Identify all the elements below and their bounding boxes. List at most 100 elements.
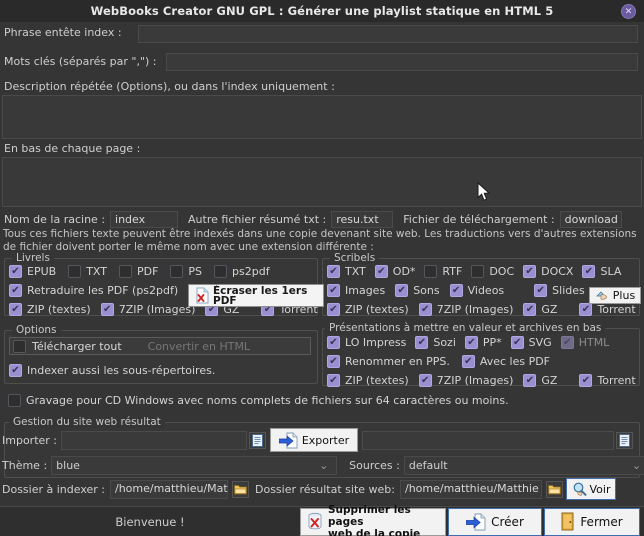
presentations-label-rename-pps: Renommer en PPS. bbox=[345, 355, 450, 368]
scribels-checkbox-od[interactable]: OD* bbox=[374, 265, 416, 278]
presentations-checkbox-zip[interactable]: ZIP (textes) bbox=[327, 374, 409, 387]
export-button[interactable]: Exporter bbox=[270, 428, 358, 452]
window-close-button[interactable]: ✕ bbox=[621, 4, 636, 19]
root-name-input[interactable]: index bbox=[110, 210, 179, 228]
theme-select[interactable]: blue ⌄ bbox=[51, 455, 338, 475]
result-folder-browse-button[interactable] bbox=[546, 480, 563, 498]
presentations-checkbox-with-pdf[interactable]: Avec les PDF bbox=[461, 355, 551, 368]
close-button-label: Fermer bbox=[580, 514, 623, 529]
magnifier-icon bbox=[572, 482, 588, 497]
download-all-checkbox[interactable] bbox=[13, 339, 26, 353]
keywords-input[interactable] bbox=[166, 53, 638, 71]
pdf-overwrite-popup[interactable]: Écraser les 1ers PDF bbox=[188, 284, 324, 307]
export-input[interactable] bbox=[362, 430, 614, 450]
scribels-checkbox-gz[interactable]: GZ bbox=[523, 303, 557, 316]
scribels-checkbox-txt[interactable]: TXT bbox=[327, 265, 366, 278]
description-textarea[interactable] bbox=[2, 95, 642, 139]
scribels-checkbox-sons[interactable]: Sons bbox=[395, 284, 440, 297]
download-all-label: Télécharger tout bbox=[32, 339, 122, 353]
checkbox-icon bbox=[68, 265, 82, 278]
resume-file-input[interactable]: resu.txt bbox=[331, 210, 394, 228]
presentations-checkbox-7zip[interactable]: 7ZIP (Images) bbox=[418, 374, 513, 387]
convert-html-label[interactable]: Convertir en HTML bbox=[148, 340, 250, 353]
checkbox-icon bbox=[170, 265, 184, 278]
livrels-label-zip: ZIP (textes) bbox=[27, 303, 91, 316]
checkbox-icon bbox=[9, 303, 22, 316]
presentations-checkbox-html: HTML bbox=[560, 336, 609, 349]
scribels-checkbox-slides[interactable]: Slides bbox=[534, 284, 585, 297]
checkbox-icon bbox=[418, 374, 432, 387]
close-icon: ✕ bbox=[624, 6, 633, 17]
theme-label: Thème : bbox=[2, 458, 48, 472]
checkbox-icon bbox=[560, 336, 574, 349]
livrels-checkbox-ps2pdf[interactable]: ps2pdf bbox=[214, 265, 270, 278]
scribels-checkbox-zip[interactable]: ZIP (textes) bbox=[327, 303, 409, 316]
presentations-label-pp: PP* bbox=[482, 336, 502, 349]
livrels-checkbox-txt[interactable]: TXT bbox=[68, 265, 107, 278]
presentations-row-3: ZIP (textes) 7ZIP (Images) GZ Torrent bbox=[327, 374, 636, 387]
scribels-checkbox-rtf[interactable]: RTF bbox=[424, 265, 462, 278]
livrels-checkbox-pdf[interactable]: PDF bbox=[118, 265, 158, 278]
description-row: Description répétée (Options), ou dans l… bbox=[4, 80, 335, 93]
scribels-label-od: OD* bbox=[392, 265, 416, 278]
checkbox-icon bbox=[374, 265, 388, 278]
livrels-checkbox-zip[interactable]: ZIP (textes) bbox=[9, 303, 91, 316]
livrels-checkbox-7zip[interactable]: 7ZIP (Images) bbox=[100, 303, 196, 316]
header-phrase-input[interactable] bbox=[138, 25, 638, 43]
presentations-checkbox-sozi[interactable]: Sozi bbox=[415, 336, 456, 349]
checkbox-icon bbox=[461, 355, 475, 368]
view-button[interactable]: Voir bbox=[566, 478, 616, 500]
create-button[interactable]: Créer bbox=[448, 507, 542, 536]
options-checkbox-index-subdirs[interactable]: Indexer aussi les sous-répertoires. bbox=[9, 364, 215, 377]
import-browse-button[interactable] bbox=[249, 431, 266, 449]
livrels-checkbox-retranslate-pdf[interactable]: Retraduire les PDF (ps2pdf) bbox=[9, 284, 178, 297]
presentations-checkbox-svg[interactable]: SVG bbox=[510, 336, 552, 349]
livrels-label-retranslate-pdf: Retraduire les PDF (ps2pdf) bbox=[27, 284, 179, 297]
site-management-title: Gestion du site web résultat bbox=[9, 416, 165, 428]
presentations-checkbox-torrent[interactable]: Torrent bbox=[579, 374, 636, 387]
checkbox-icon bbox=[418, 303, 432, 316]
livrels-row-1: EPUB TXT PDF PS ps2pdf bbox=[9, 265, 270, 278]
livrels-label-7zip: 7ZIP (Images) bbox=[118, 303, 196, 316]
checkbox-icon bbox=[579, 303, 593, 316]
scribels-checkbox-torrent[interactable]: Torrent bbox=[579, 303, 636, 316]
scribels-label-sla: SLA bbox=[600, 265, 622, 278]
checkbox-icon bbox=[9, 284, 22, 297]
footer-row: En bas de chaque page : bbox=[4, 142, 140, 155]
folder-icon bbox=[234, 484, 247, 495]
delete-web-pages-button[interactable]: Supprimer les pages web de la copie bbox=[300, 504, 446, 536]
index-folder-input[interactable]: /home/matthieu/Mat bbox=[110, 479, 228, 499]
import-input[interactable] bbox=[61, 430, 247, 450]
scribels-checkbox-docx[interactable]: DOCX bbox=[523, 265, 573, 278]
sources-select[interactable]: default ⌄ bbox=[403, 455, 644, 475]
presentations-checkbox-lo-impress[interactable]: LO Impress bbox=[327, 336, 406, 349]
folders-row: Dossier à indexer : /home/matthieu/Mat D… bbox=[2, 478, 616, 500]
scribels-checkbox-doc[interactable]: DOC bbox=[471, 265, 514, 278]
download-file-input[interactable]: download bbox=[559, 210, 622, 228]
window-title: WebBooks Creator GNU GPL : Générer une p… bbox=[90, 4, 554, 18]
presentations-checkbox-pp[interactable]: PP* bbox=[464, 336, 502, 349]
close-button[interactable]: Fermer bbox=[544, 507, 640, 536]
footer-textarea[interactable] bbox=[2, 157, 642, 207]
checkbox-icon bbox=[118, 265, 132, 278]
options-group-title: Options bbox=[12, 324, 61, 336]
burn-checkbox[interactable]: Gravage pour CD Windows avec noms comple… bbox=[8, 394, 509, 407]
export-browse-button[interactable] bbox=[616, 431, 633, 449]
result-folder-input[interactable]: /home/matthieu/Matthie bbox=[400, 479, 542, 499]
presentations-checkbox-rename-pps[interactable]: Renommer en PPS. bbox=[327, 355, 450, 368]
livrels-checkbox-epub[interactable]: EPUB bbox=[9, 265, 56, 278]
checkbox-icon bbox=[9, 364, 22, 377]
scribels-checkbox-sla[interactable]: SLA bbox=[582, 265, 621, 278]
index-folder-browse-button[interactable] bbox=[232, 480, 249, 498]
scribels-checkbox-7zip[interactable]: 7ZIP (Images) bbox=[418, 303, 513, 316]
keywords-label: Mots clés (séparés par ",") : bbox=[4, 55, 157, 68]
presentations-label-with-pdf: Avec les PDF bbox=[479, 355, 551, 368]
checkbox-icon bbox=[214, 265, 228, 278]
scribels-checkbox-images[interactable]: Images bbox=[327, 284, 385, 297]
checkbox-icon bbox=[523, 374, 537, 387]
plus-button[interactable]: Plus bbox=[589, 287, 641, 304]
livrels-checkbox-ps[interactable]: PS bbox=[170, 265, 202, 278]
presentations-checkbox-gz[interactable]: GZ bbox=[523, 374, 557, 387]
plus-button-label: Plus bbox=[612, 289, 636, 302]
scribels-checkbox-videos[interactable]: Videos bbox=[449, 284, 504, 297]
